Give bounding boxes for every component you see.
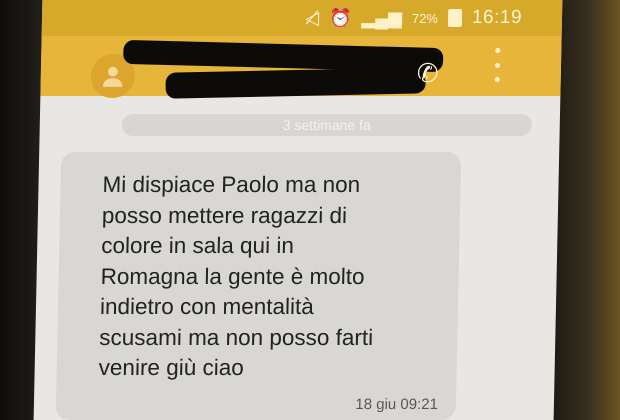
message-text: Mi dispiace Paolo ma non posso mettere r… [98,172,374,380]
battery-percent: 72% [411,10,439,26]
status-time: 16:19 [471,7,523,28]
redaction-mark [165,67,426,99]
signal-icon: ▂▄▆ [361,7,403,28]
date-separator: 3 settimane fa [121,114,533,136]
status-bar: ◁̸ ⏰ ▂▄▆ 72% 16:19 [41,0,563,36]
message-bubble[interactable]: Mi dispiace Paolo ma non posso mettere r… [55,152,462,420]
phone-screen: ◁̸ ⏰ ▂▄▆ 72% 16:19 ✆ 3 settimane fa Mi d… [33,0,563,420]
battery-icon [447,9,463,27]
mute-icon: ◁̸ [305,7,320,28]
conversation-header: ✆ [40,36,562,99]
overflow-menu-icon[interactable] [489,48,506,82]
message-timestamp: 18 giu 09:21 [355,396,439,413]
call-icon[interactable]: ✆ [417,58,448,88]
alarm-icon: ⏰ [328,7,352,28]
